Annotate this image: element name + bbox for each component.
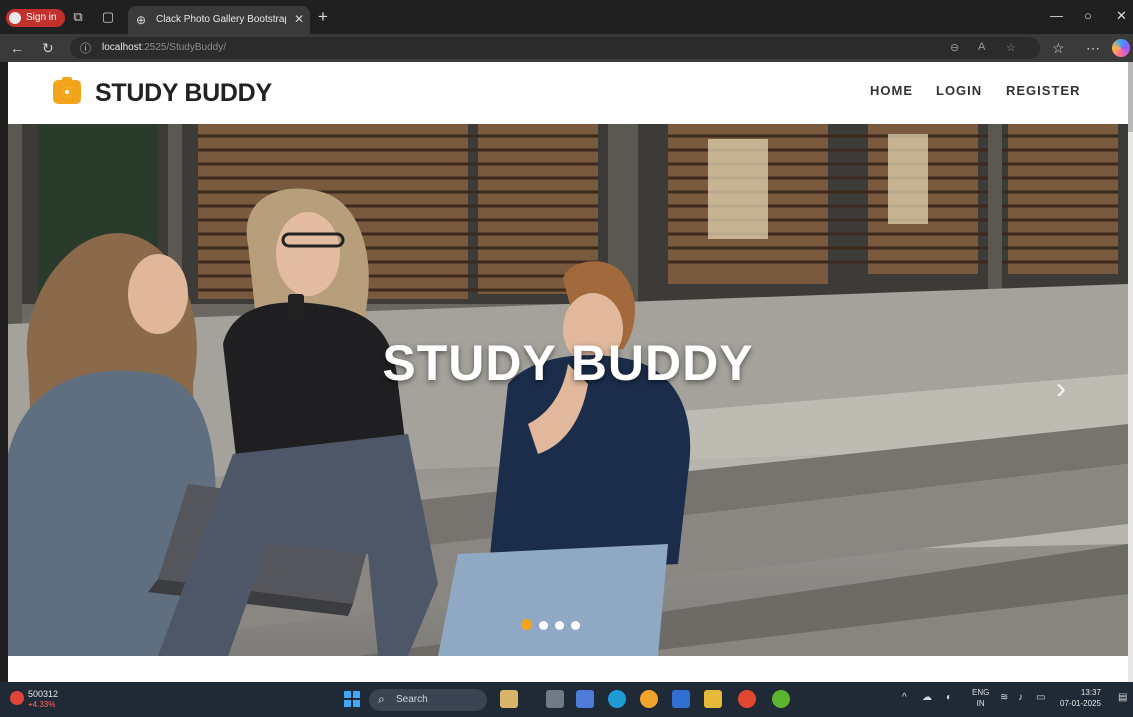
nav-login-link[interactable]: LOGIN	[936, 83, 982, 98]
more-menu-icon[interactable]: ⋯	[1086, 40, 1100, 57]
battery-icon[interactable]: ▭	[1036, 692, 1045, 703]
zoom-icon[interactable]: ⊖	[950, 41, 959, 54]
carousel-next-chevron-icon[interactable]: ›	[1056, 372, 1066, 406]
site-navbar: STUDY BUDDY HOME LOGIN REGISTER	[8, 62, 1128, 124]
browser-titlebar: Sign in ⧉ ▢ ⊕ Clack Photo Gallery Bootst…	[0, 0, 1133, 34]
back-arrow-icon[interactable]: ←	[10, 40, 24, 56]
favorites-icon[interactable]: ☆	[1052, 40, 1065, 57]
stock-icon	[10, 691, 24, 705]
nav-home-link[interactable]: HOME	[870, 83, 913, 98]
restore-icon[interactable]: ○	[1084, 8, 1092, 23]
brand-name: STUDY BUDDY	[95, 79, 272, 107]
carousel-dot-2[interactable]	[539, 621, 548, 630]
address-toolbar: ← ↻ ⓘ localhost:2525/StudyBuddy/ ⊖ A ☆ ☆…	[0, 34, 1133, 62]
sign-in-label: Sign in	[26, 12, 57, 23]
task-view-icon[interactable]	[546, 690, 564, 708]
taskbar-search-label: Search	[396, 694, 428, 705]
close-tab-icon[interactable]: ✕	[294, 12, 304, 26]
wifi-icon[interactable]: ≋	[1000, 692, 1008, 703]
stock-name: 500312	[28, 689, 59, 699]
address-bar[interactable]: ⓘ localhost:2525/StudyBuddy/ ⊖ A ☆	[70, 37, 1040, 59]
clock-time: 13:37	[1080, 688, 1101, 697]
web-page: STUDY BUDDY HOME LOGIN REGISTER STUDY BU…	[8, 62, 1128, 682]
windows-taskbar: 500312 +4.33% ⌕ Search ^ ☁ ◐ ENG IN ≋ ♪ …	[0, 682, 1133, 717]
language-code: ENG	[972, 688, 990, 697]
show-hidden-icons-chevron-icon[interactable]: ^	[902, 692, 907, 703]
carousel-dot-3[interactable]	[555, 621, 564, 630]
folder-app-icon[interactable]	[500, 690, 518, 708]
language-region: IN	[976, 699, 985, 708]
nav-register-link[interactable]: REGISTER	[1006, 83, 1080, 98]
url-path: :2525/StudyBuddy/	[141, 42, 226, 53]
language-indicator[interactable]: ENG IN	[972, 687, 989, 709]
carousel-indicators	[521, 617, 587, 630]
search-icon: ⌕	[378, 692, 385, 706]
tab-actions-icon[interactable]: ▢	[100, 9, 116, 25]
profile-avatar-icon	[9, 12, 21, 24]
stock-change: +4.33%	[28, 700, 56, 709]
workspaces-icon[interactable]: ⧉	[70, 9, 86, 25]
carousel-dot-4[interactable]	[571, 621, 580, 630]
hero-carousel: STUDY BUDDY ›	[8, 124, 1128, 656]
minimize-icon[interactable]: —	[1050, 8, 1063, 23]
file-explorer-icon[interactable]	[704, 690, 722, 708]
camera-logo-icon	[53, 77, 81, 104]
sign-in-button[interactable]: Sign in	[6, 9, 65, 27]
browser-tab[interactable]: ⊕ Clack Photo Gallery Bootstrap Re ✕	[128, 6, 310, 34]
close-window-icon[interactable]: ✕	[1116, 8, 1127, 24]
carousel-dot-1[interactable]	[521, 619, 532, 630]
read-aloud-icon[interactable]: A	[978, 41, 985, 53]
site-info-icon[interactable]: ⓘ	[80, 40, 91, 56]
copilot-icon[interactable]	[1112, 39, 1130, 57]
tray-app-icon[interactable]: ◐	[946, 692, 952, 703]
clock-date: 07-01-2025	[1060, 699, 1101, 708]
favorite-star-icon[interactable]: ☆	[1006, 41, 1016, 54]
edge-browser-icon[interactable]	[608, 690, 626, 708]
refresh-icon[interactable]: ↻	[42, 40, 54, 57]
word-app-icon[interactable]	[672, 690, 690, 708]
green-app-icon[interactable]	[772, 690, 790, 708]
new-tab-button[interactable]: +	[318, 7, 328, 27]
hero-title: STUDY BUDDY	[382, 335, 754, 391]
url-host: localhost	[102, 42, 142, 53]
scrollbar-thumb[interactable]	[1128, 62, 1133, 132]
page-scrollbar[interactable]	[1128, 62, 1133, 682]
volume-icon[interactable]: ♪	[1018, 692, 1023, 703]
globe-icon: ⊕	[136, 13, 147, 27]
url-text: localhost:2525/StudyBuddy/	[102, 42, 226, 53]
widgets-app-icon[interactable]	[576, 690, 594, 708]
tab-title: Clack Photo Gallery Bootstrap Re	[156, 14, 286, 25]
tray-cloud-icon[interactable]: ☁	[922, 692, 932, 703]
chrome-browser-icon[interactable]	[640, 690, 658, 708]
red-app-icon[interactable]	[738, 690, 756, 708]
system-clock[interactable]: 13:37 07-01-2025	[1060, 687, 1101, 709]
notifications-icon[interactable]: ▤	[1118, 692, 1127, 703]
windows-start-icon[interactable]	[344, 691, 360, 707]
page-content-below-hero	[8, 656, 1128, 682]
taskbar-search[interactable]: ⌕ Search	[369, 689, 487, 711]
